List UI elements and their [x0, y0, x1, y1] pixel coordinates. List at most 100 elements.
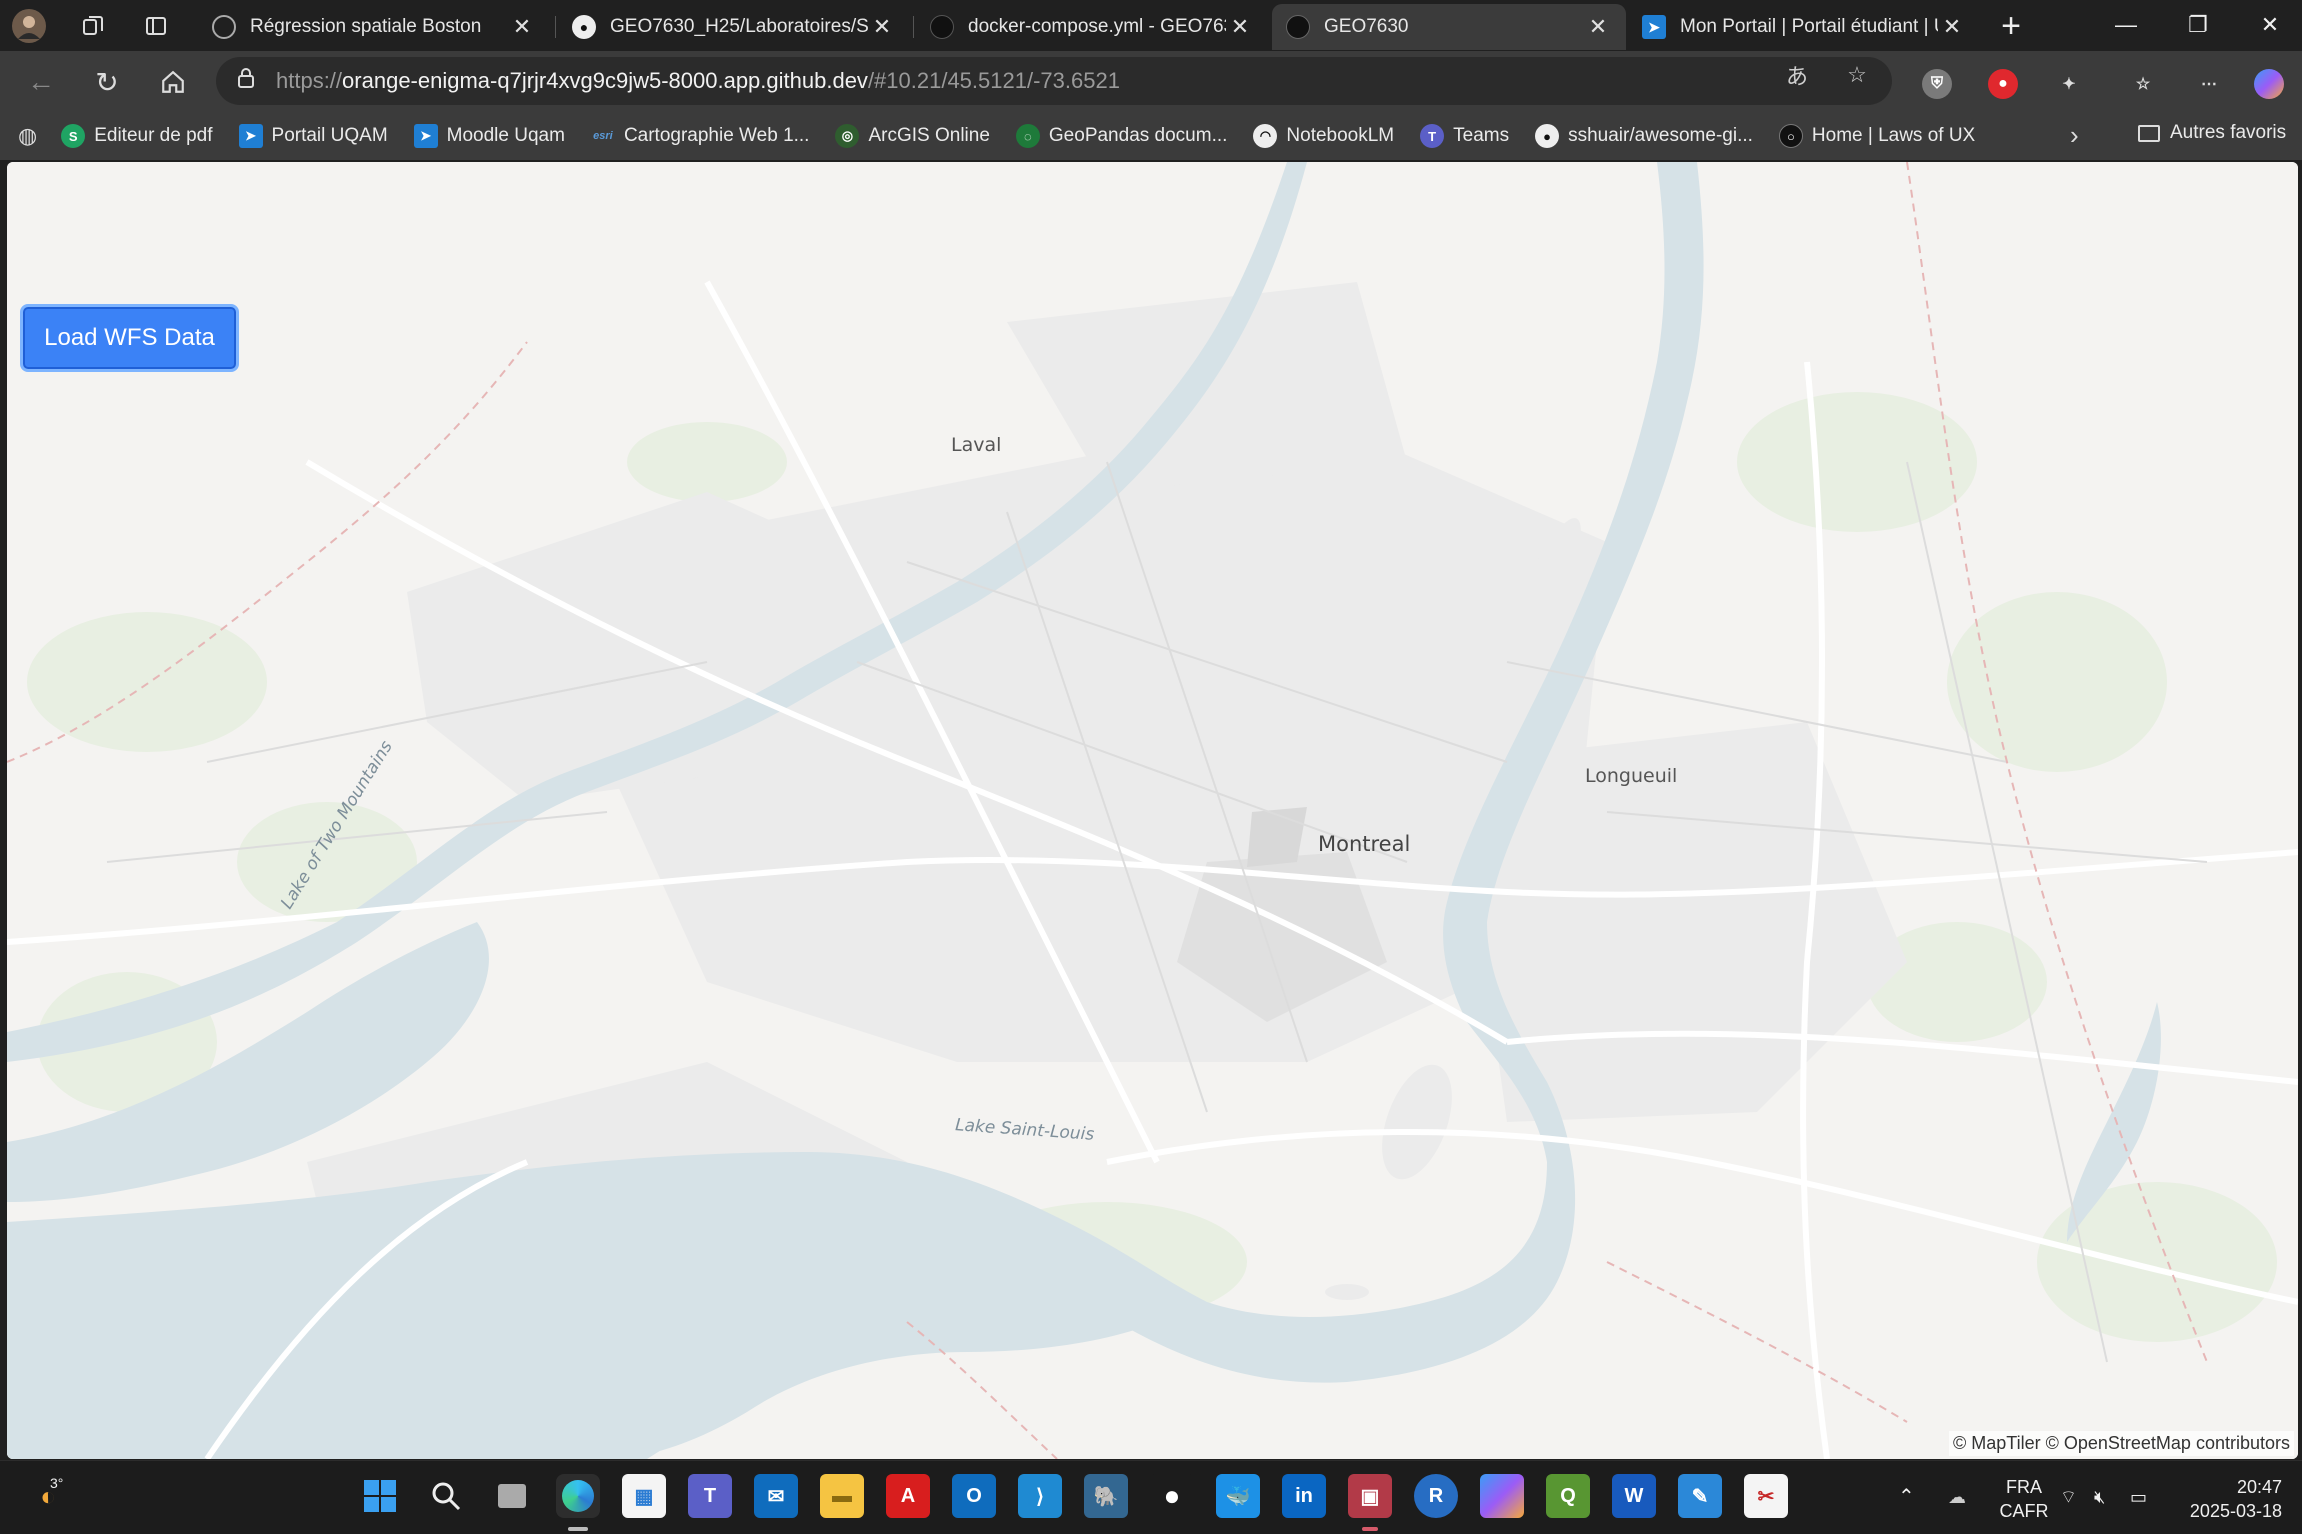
remote-desktop-indicator	[1362, 1527, 1378, 1531]
language-indicator[interactable]: FRA CAFR	[1994, 1475, 2054, 1523]
qgis-icon[interactable]: Q	[1546, 1474, 1590, 1518]
search-icon[interactable]	[424, 1474, 468, 1518]
acrobat-icon[interactable]: A	[886, 1474, 930, 1518]
favorite-portail-uqam[interactable]: ➤ Portail UQAM	[238, 124, 388, 148]
uqam-icon: ➤	[238, 124, 263, 148]
start-icon[interactable]	[358, 1474, 402, 1518]
close-icon[interactable]: ✕	[508, 14, 536, 40]
lock-icon[interactable]	[216, 67, 276, 95]
remote-desktop-icon[interactable]: ▣	[1348, 1474, 1392, 1518]
docker-icon[interactable]: 🐳	[1216, 1474, 1260, 1518]
back-button[interactable]: ←	[20, 61, 62, 103]
tab-mon-portail[interactable]: ➤ Mon Portail | Portail étudiant | UQ ✕	[1628, 4, 1980, 50]
favorites-bar: ◍ S Editeur de pdf ➤ Portail UQAM ➤ Moodle …	[0, 112, 2302, 160]
clock[interactable]: 20:47 2025-03-18	[2172, 1475, 2282, 1523]
close-icon[interactable]: ✕	[1226, 14, 1254, 40]
browser-tab-bar: Régression spatiale Boston ✕ ● GEO7630_H…	[0, 0, 2302, 51]
tab-title: Mon Portail | Portail étudiant | UQ	[1680, 16, 1938, 37]
onedrive-sync-icon[interactable]: ☁	[1948, 1485, 1966, 1509]
weather-temp[interactable]: 3°	[50, 1471, 63, 1495]
restore-button[interactable]: ❐	[2166, 0, 2230, 50]
outlook-icon[interactable]: ✉	[754, 1474, 798, 1518]
translate-icon[interactable]: あ	[1780, 62, 1814, 89]
city-label-laval: Laval	[951, 434, 1002, 456]
r-icon[interactable]: R	[1414, 1474, 1458, 1518]
vertical-tabs-icon[interactable]	[139, 9, 173, 43]
github-icon	[930, 15, 954, 39]
chevron-right-icon[interactable]: ›	[2070, 120, 2079, 151]
more-menu-icon[interactable]: ⋯	[2194, 69, 2224, 99]
windows-taskbar: ◐ 3° ▦ T ✉ ▬ A O ⟩ 🐘 ● 🐳 in ▣ R Q W ✎ ✂ …	[0, 1460, 2302, 1534]
close-icon[interactable]: ✕	[1584, 14, 1612, 40]
favorite-editeur-pdf[interactable]: S Editeur de pdf	[61, 124, 213, 148]
red-extension-icon[interactable]: ●	[1988, 69, 2018, 99]
postgres-icon[interactable]: 🐘	[1084, 1474, 1128, 1518]
tab-geo7630-laboratoires[interactable]: ● GEO7630_H25/Laboratoires/Sema ✕	[558, 4, 910, 50]
tab-docker-compose[interactable]: docker-compose.yml - GEO7630_ ✕	[916, 4, 1268, 50]
address-bar[interactable]: https://orange-enigma-q7jrjr4xvg9c9jw5-8…	[216, 57, 1892, 105]
favorite-moodle-uqam[interactable]: ➤ Moodle Uqam	[413, 124, 565, 148]
favorite-notebooklm[interactable]: ◠ NotebookLM	[1253, 124, 1394, 148]
favorite-geopandas[interactable]: ◌ GeoPandas docum...	[1015, 124, 1227, 148]
uqam-icon: ➤	[413, 124, 438, 148]
other-favorites-folder[interactable]: Autres favoris	[2138, 122, 2286, 144]
notebooklm-icon: ◠	[1253, 124, 1278, 148]
map-attribution[interactable]: © MapTiler © OpenStreetMap contributors	[1949, 1431, 2294, 1456]
favorites-icon[interactable]: ☆	[2128, 69, 2158, 99]
shield-extension-icon[interactable]: ⛨	[1922, 69, 1952, 99]
favorite-laws-of-ux[interactable]: ○ Home | Laws of UX	[1778, 124, 1975, 148]
map-viewport[interactable]: Load WFS Data Laval Montreal Longueuil L…	[7, 162, 2298, 1459]
snipping-tool-icon[interactable]: ✂	[1744, 1474, 1788, 1518]
new-tab-button[interactable]: +	[1994, 7, 2028, 45]
wifi-icon[interactable]: ⌔	[2060, 1485, 2077, 1509]
file-explorer-icon[interactable]: ▬	[820, 1474, 864, 1518]
weather-icon[interactable]: ◐	[26, 1474, 70, 1518]
close-icon[interactable]: ✕	[868, 14, 896, 40]
workspaces-icon[interactable]	[76, 9, 110, 43]
lawsofux-icon: ○	[1778, 124, 1803, 148]
battery-icon[interactable]: ▭	[2130, 1485, 2147, 1509]
favorite-cartographie-web[interactable]: esri Cartographie Web 1...	[591, 124, 809, 148]
refresh-button[interactable]: ↻	[86, 61, 128, 103]
show-hidden-icons-chevron[interactable]: ⌃	[1898, 1485, 1915, 1509]
url-text[interactable]: https://orange-enigma-q7jrjr4xvg9c9jw5-8…	[276, 68, 1120, 94]
tab-geo7630[interactable]: GEO7630 ✕	[1272, 4, 1626, 50]
home-button[interactable]	[152, 61, 194, 103]
profile-avatar[interactable]	[12, 9, 46, 43]
paint-icon[interactable]: ✎	[1678, 1474, 1722, 1518]
folder-icon	[2138, 124, 2160, 142]
github-icon: ●	[572, 15, 596, 39]
github-icon	[1286, 15, 1310, 39]
linkedin-icon[interactable]: in	[1282, 1474, 1326, 1518]
copilot-icon[interactable]	[2254, 69, 2284, 99]
tab-title: Régression spatiale Boston	[250, 16, 482, 37]
favorite-teams[interactable]: T Teams	[1420, 124, 1509, 148]
tab-title: docker-compose.yml - GEO7630_	[968, 16, 1226, 37]
load-wfs-data-button[interactable]: Load WFS Data	[20, 304, 239, 372]
github-desktop-icon[interactable]: ●	[1150, 1474, 1194, 1518]
vscode-icon[interactable]: ⟩	[1018, 1474, 1062, 1518]
edge-running-indicator	[568, 1527, 588, 1531]
favorite-arcgis-online[interactable]: ◎ ArcGIS Online	[835, 124, 990, 148]
minimize-button[interactable]: —	[2094, 0, 2158, 50]
favorite-star-icon[interactable]: ☆	[1840, 62, 1874, 88]
city-label-longueuil: Longueuil	[1585, 765, 1678, 787]
teams-icon[interactable]: T	[688, 1474, 732, 1518]
copilot-app-icon[interactable]	[1480, 1474, 1524, 1518]
volume-muted-icon[interactable]: 🔇︎	[2094, 1485, 2105, 1509]
edge-icon[interactable]	[556, 1474, 600, 1518]
close-icon[interactable]: ✕	[1938, 14, 1966, 40]
uqam-icon: ➤	[1642, 15, 1666, 39]
store-icon[interactable]: ▦	[622, 1474, 666, 1518]
outlook-classic-icon[interactable]: O	[952, 1474, 996, 1518]
arcgis-icon: ◎	[835, 124, 860, 148]
close-window-button[interactable]: ✕	[2238, 0, 2302, 50]
globe-icon	[212, 15, 236, 39]
tab-regression-boston[interactable]: Régression spatiale Boston ✕	[198, 4, 550, 50]
city-label-montreal: Montreal	[1318, 832, 1411, 856]
word-icon[interactable]: W	[1612, 1474, 1656, 1518]
extensions-icon[interactable]: ✦	[2054, 69, 2084, 99]
globe-icon[interactable]: ◍	[18, 123, 37, 149]
task-view-icon[interactable]	[490, 1474, 534, 1518]
favorite-awesome-gis[interactable]: ● sshuair/awesome-gi...	[1535, 124, 1753, 148]
